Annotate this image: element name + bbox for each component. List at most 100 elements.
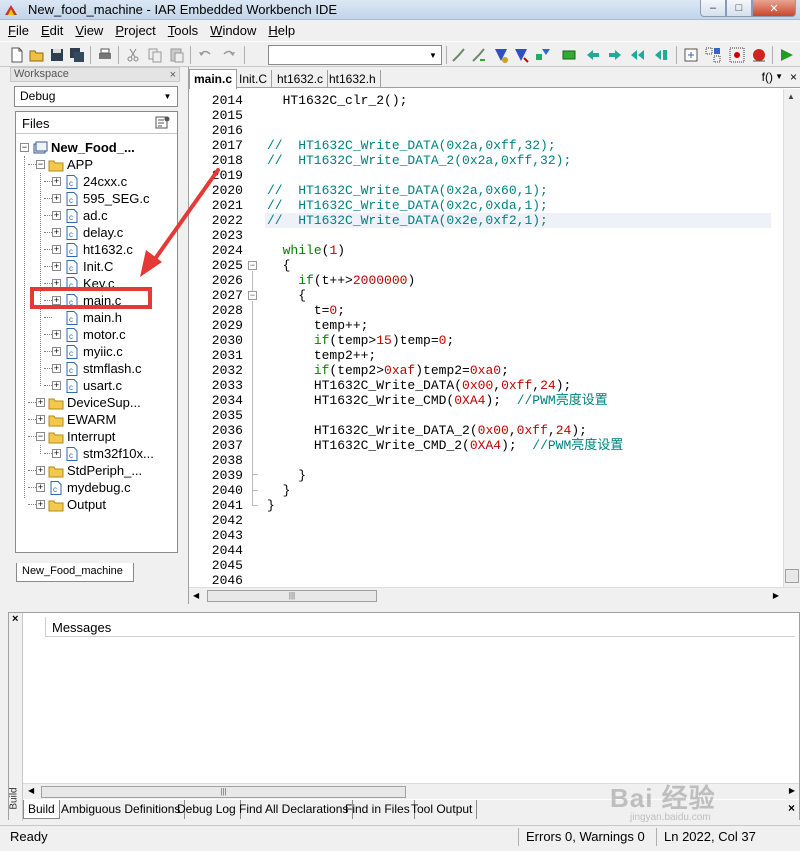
code-line[interactable]: // HT1632C_Write_DATA(0x2c,0xda,1);	[267, 198, 548, 213]
code-line[interactable]: t=0;	[267, 303, 345, 318]
line-number-gutter[interactable]: 2014 2015 2016 2017 2018 2019 2020 2021 2022 2023…	[189, 89, 265, 588]
go-to-definition-icon[interactable]	[560, 46, 578, 64]
navigate-icon[interactable]	[534, 46, 552, 64]
code-line[interactable]: {	[267, 258, 291, 273]
expand-icon[interactable]: +	[52, 211, 61, 220]
toggle-breakpoint-icon[interactable]	[750, 46, 768, 64]
tab-find-in-files[interactable]: Find in Files	[341, 800, 415, 819]
tree-file-motor-c[interactable]: + c motor.c	[52, 326, 126, 343]
menu-project[interactable]: Project	[115, 23, 155, 38]
back-icon[interactable]	[584, 46, 602, 64]
fold-toggle-icon[interactable]: −	[248, 291, 257, 300]
tree-file-mydebug-c[interactable]: + c mydebug.c	[36, 479, 131, 496]
fold-toggle-icon[interactable]: −	[248, 261, 257, 270]
toggle-bookmark-icon[interactable]	[512, 46, 530, 64]
expand-icon[interactable]: +	[52, 245, 61, 254]
maximize-button[interactable]: □	[726, 0, 752, 17]
scroll-thumb[interactable]: |||	[207, 590, 377, 602]
menu-file[interactable]: File	[8, 23, 29, 38]
tree-file-delay-c[interactable]: + c delay.c	[52, 224, 123, 241]
expand-icon[interactable]: +	[52, 177, 61, 186]
tab-ht1632-c[interactable]: ht1632.c	[273, 70, 329, 88]
code-line[interactable]: HT1632C_Write_DATA(0x00,0xff,24);	[267, 378, 572, 393]
options-icon[interactable]	[155, 115, 171, 130]
scroll-right-icon[interactable]: ▶	[773, 591, 779, 600]
expand-icon[interactable]: +	[36, 500, 45, 509]
tab-build[interactable]: Build	[23, 800, 60, 819]
new-file-icon[interactable]	[8, 46, 26, 64]
paste-icon[interactable]	[168, 46, 186, 64]
chevron-down-icon[interactable]: ▼	[425, 46, 441, 64]
close-icon[interactable]: ×	[170, 69, 176, 81]
expand-icon[interactable]: +	[52, 364, 61, 373]
scroll-right-icon[interactable]: ▶	[789, 786, 795, 795]
expand-icon[interactable]: +	[52, 262, 61, 271]
tree-folder-interrupt[interactable]: − Interrupt	[36, 428, 115, 445]
tree-file-ad-c[interactable]: + c ad.c	[52, 207, 108, 224]
tree-file-ht1632-c[interactable]: + c ht1632.c	[52, 241, 133, 258]
forward-icon[interactable]	[606, 46, 624, 64]
expand-icon[interactable]: +	[36, 415, 45, 424]
scroll-up-icon[interactable]: ▲	[787, 92, 795, 101]
tab-ambiguous-definitions[interactable]: Ambiguous Definitions	[57, 800, 186, 819]
expand-icon[interactable]: +	[36, 398, 45, 407]
code-line[interactable]: HT1632C_Write_CMD(0XA4); //PWM亮度设置	[267, 393, 608, 408]
workspace-tab-new-food-machine[interactable]: New_Food_machine	[16, 563, 134, 582]
save-all-icon[interactable]	[68, 46, 86, 64]
minimize-button[interactable]: –	[700, 0, 726, 17]
expand-icon[interactable]: +	[36, 466, 45, 475]
code-line[interactable]: if(temp2>0xaf)temp2=0xa0;	[267, 363, 509, 378]
scroll-left-icon[interactable]: ◀	[193, 591, 199, 600]
tree-file-main-h[interactable]: c main.h	[52, 309, 122, 326]
save-icon[interactable]	[48, 46, 66, 64]
collapse-icon[interactable]: −	[36, 160, 45, 169]
bookmark-icon[interactable]	[492, 46, 510, 64]
expand-icon[interactable]: +	[36, 483, 45, 492]
code-line[interactable]: HT1632C_Write_DATA_2(0x00,0xff,24);	[267, 423, 587, 438]
tab-debug-log[interactable]: Debug Log	[173, 800, 241, 819]
expand-icon[interactable]: +	[52, 381, 61, 390]
menu-window[interactable]: Window	[210, 23, 256, 38]
code-line[interactable]: // HT1632C_Write_DATA_2(0x2a,0xff,32);	[267, 153, 571, 168]
open-folder-icon[interactable]	[28, 46, 46, 64]
collapse-icon[interactable]: −	[20, 143, 29, 152]
scroll-thumb[interactable]: |||	[41, 786, 406, 798]
chevron-down-icon[interactable]: ▼	[775, 72, 783, 81]
horizontal-scrollbar[interactable]: ◀ ||| ▶	[189, 587, 800, 604]
close-icon[interactable]: ×	[12, 613, 18, 625]
stop-build-icon[interactable]	[728, 46, 746, 64]
tree-file-myiic-c[interactable]: + c myiic.c	[52, 343, 123, 360]
build-config-select[interactable]: Debug ▼	[14, 86, 178, 107]
close-icon[interactable]: ×	[790, 70, 797, 84]
tree-folder-stdperiph[interactable]: + StdPeriph_...	[36, 462, 142, 479]
tab-init-c[interactable]: Init.C	[235, 70, 273, 88]
tab-tool-output[interactable]: Tool Output	[407, 800, 478, 819]
panel-splitter[interactable]	[0, 604, 800, 612]
function-navigator[interactable]: f()	[762, 70, 773, 84]
scroll-left-icon[interactable]: ◀	[28, 786, 34, 795]
expand-icon[interactable]: +	[52, 449, 61, 458]
code-line[interactable]: HT1632C_Write_CMD_2(0XA4); //PWM亮度设置	[267, 438, 623, 453]
find-next-icon[interactable]	[470, 46, 488, 64]
scroll-thumb[interactable]	[785, 569, 799, 583]
menu-help[interactable]: Help	[268, 23, 295, 38]
code-line[interactable]: while(1)	[267, 243, 345, 258]
find-combo[interactable]: ▼	[268, 45, 442, 65]
print-icon[interactable]	[96, 46, 114, 64]
code-line[interactable]: // HT1632C_Write_DATA(0x2e,0xf2,1);	[267, 213, 548, 228]
redo-icon[interactable]	[220, 46, 238, 64]
code-line[interactable]: // HT1632C_Write_DATA(0x2a,0xff,32);	[267, 138, 556, 153]
code-line[interactable]: if(temp>15)temp=0;	[267, 333, 454, 348]
tree-folder-device-support[interactable]: + DeviceSup...	[36, 394, 141, 411]
chevron-down-icon[interactable]: ▼	[160, 88, 175, 105]
code-area[interactable]: HT1632C_clr_2(); // HT1632C_Write_DATA(0x…	[265, 89, 771, 587]
tree-folder-app[interactable]: − APP	[36, 156, 93, 173]
workspace-splitter[interactable]	[180, 67, 188, 597]
code-line[interactable]: if(t++>2000000)	[267, 273, 415, 288]
expand-icon[interactable]: +	[52, 330, 61, 339]
collapse-icon[interactable]: −	[36, 432, 45, 441]
tree-file-init-c[interactable]: + c Init.C	[52, 258, 113, 275]
menu-view[interactable]: View	[75, 23, 103, 38]
code-line[interactable]: // HT1632C_Write_DATA(0x2a,0x60,1);	[267, 183, 548, 198]
debug-download-icon[interactable]	[778, 46, 796, 64]
